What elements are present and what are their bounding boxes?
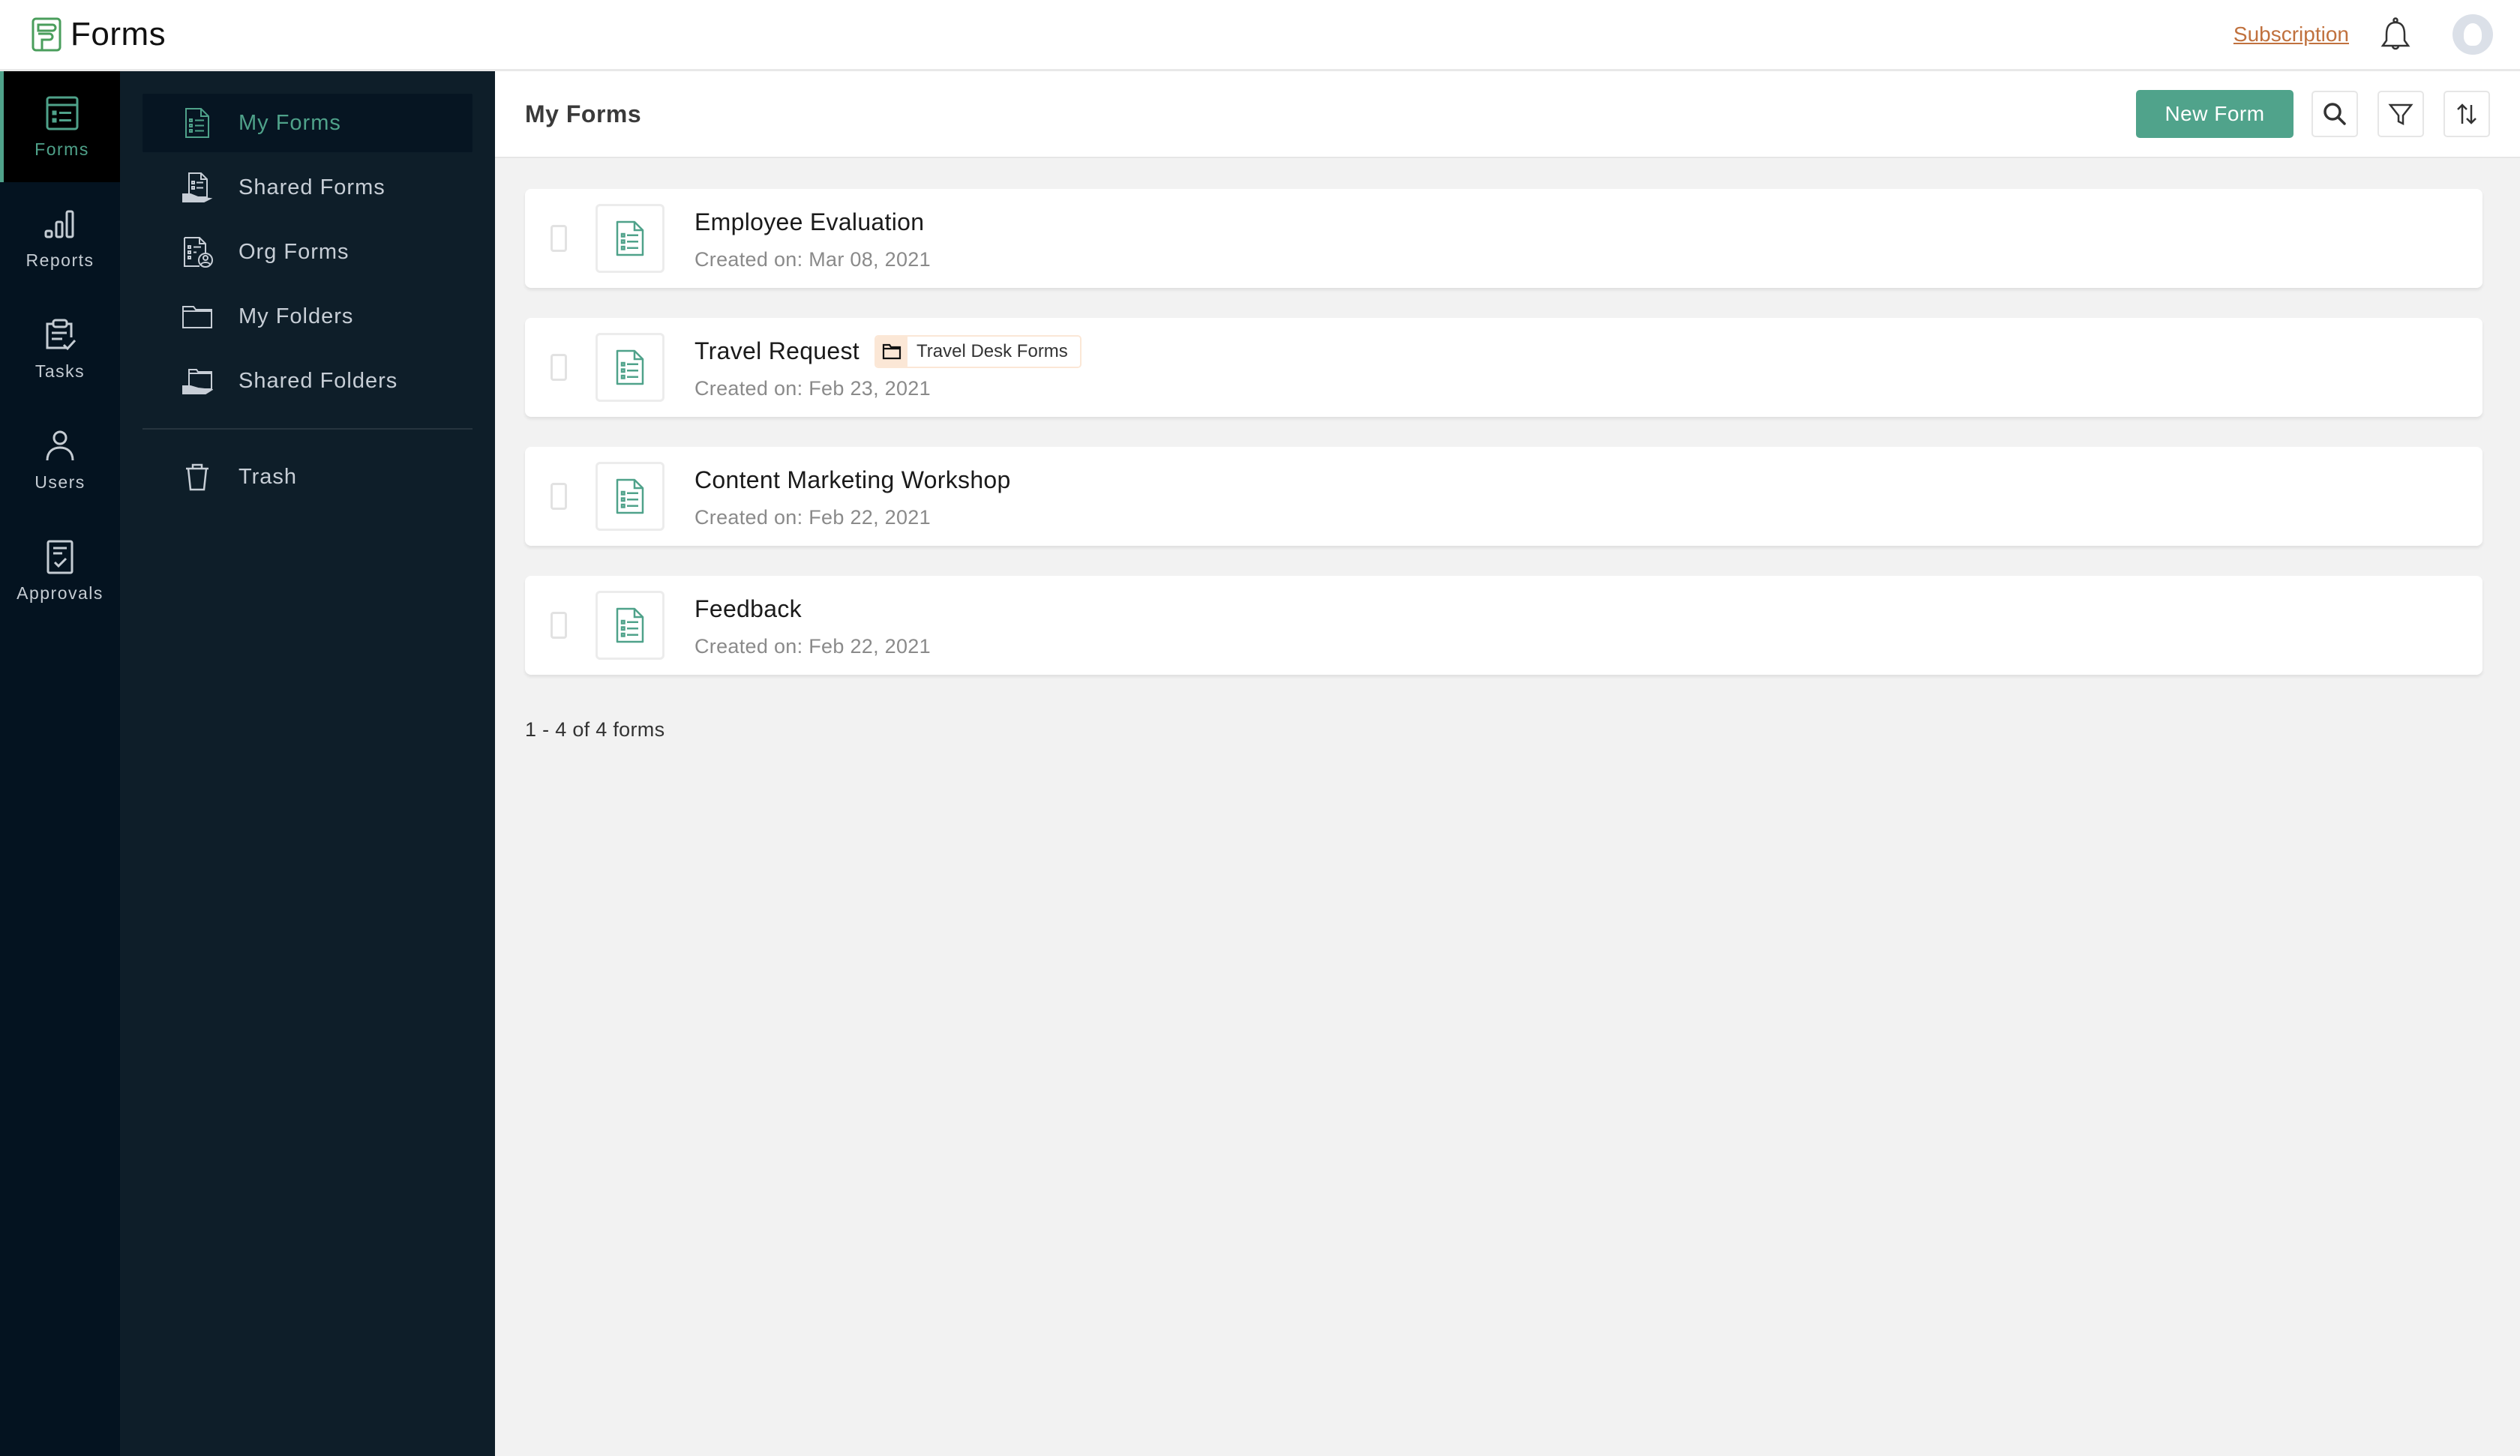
- shared-folder-icon: [182, 369, 213, 394]
- forms-icon: [46, 96, 78, 130]
- form-created-date: Created on: Mar 08, 2021: [694, 247, 931, 271]
- clipboard-check-icon: [46, 319, 76, 350]
- primary-nav-rail: Forms Reports Tasks Users Approvals: [0, 71, 120, 1456]
- rail-item-reports[interactable]: Reports: [0, 182, 120, 293]
- form-file-icon: [616, 349, 644, 385]
- secondary-sidebar: My Forms Shared Forms Org Forms My Folde…: [120, 71, 495, 1456]
- top-bar: Forms Subscription: [0, 0, 2520, 71]
- forms-logo-icon: [32, 17, 62, 52]
- form-thumbnail: [596, 204, 664, 273]
- form-file-icon: [616, 220, 644, 256]
- form-file-icon: [616, 607, 644, 643]
- subnav-label: Org Forms: [238, 239, 350, 264]
- form-list-item[interactable]: Feedback Created on: Feb 22, 2021: [525, 576, 2482, 675]
- user-icon: [46, 430, 74, 460]
- rail-label: Forms: [34, 139, 89, 159]
- rail-item-users[interactable]: Users: [0, 404, 120, 515]
- form-info: Content Marketing Workshop Created on: F…: [694, 464, 1011, 529]
- folder-tag[interactable]: Travel Desk Forms: [874, 334, 1082, 368]
- user-avatar[interactable]: [2452, 14, 2493, 55]
- subnav-label: My Forms: [238, 110, 341, 135]
- subnav-item-my-forms[interactable]: My Forms: [142, 94, 472, 152]
- subnav-item-org-forms[interactable]: Org Forms: [142, 223, 472, 281]
- form-list-item[interactable]: Content Marketing Workshop Created on: F…: [525, 447, 2482, 546]
- form-checkbox[interactable]: [550, 483, 567, 510]
- subnav-item-shared-forms[interactable]: Shared Forms: [142, 158, 472, 217]
- rail-label: Approvals: [16, 583, 104, 603]
- subscription-link[interactable]: Subscription: [2234, 22, 2349, 46]
- folder-icon: [882, 343, 902, 359]
- sort-icon: [2457, 103, 2476, 124]
- trash-icon: [186, 463, 208, 491]
- filter-button[interactable]: [2378, 91, 2424, 137]
- form-created-date: Created on: Feb 23, 2021: [694, 376, 931, 400]
- form-title[interactable]: Content Marketing Workshop: [694, 466, 1011, 494]
- form-title[interactable]: Feedback: [694, 595, 802, 623]
- form-thumbnail: [596, 462, 664, 531]
- subnav-item-trash[interactable]: Trash: [142, 448, 472, 506]
- form-info: Travel Request Travel Desk Forms Created…: [694, 334, 1082, 400]
- bell-icon[interactable]: [2379, 16, 2412, 52]
- form-list: Employee Evaluation Created on: Mar 08, …: [525, 189, 2482, 705]
- rail-label: Users: [34, 472, 86, 492]
- org-form-icon: [184, 237, 213, 268]
- header-actions: New Form: [2136, 90, 2490, 138]
- form-checkbox[interactable]: [550, 354, 567, 381]
- form-list-item[interactable]: Travel Request Travel Desk Forms Created…: [525, 318, 2482, 417]
- form-info: Employee Evaluation Created on: Mar 08, …: [694, 206, 931, 271]
- sort-button[interactable]: [2444, 91, 2490, 137]
- shared-form-icon: [182, 172, 213, 202]
- app-title: Forms: [70, 16, 166, 52]
- folder-tag-label: Travel Desk Forms: [908, 336, 1080, 367]
- rail-item-tasks[interactable]: Tasks: [0, 293, 120, 404]
- subnav-label: My Folders: [238, 304, 354, 328]
- form-checkbox[interactable]: [550, 225, 567, 252]
- form-document-icon: [185, 108, 209, 138]
- form-title[interactable]: Employee Evaluation: [694, 208, 924, 236]
- topbar-actions: Subscription: [2234, 14, 2493, 55]
- new-form-button[interactable]: New Form: [2136, 90, 2294, 138]
- subnav-label: Shared Folders: [238, 368, 398, 393]
- form-thumbnail: [596, 591, 664, 660]
- subnav-divider: [142, 428, 472, 430]
- subnav-label: Trash: [238, 464, 298, 489]
- subnav-label: Shared Forms: [238, 175, 386, 199]
- search-icon: [2324, 103, 2346, 125]
- form-file-icon: [616, 478, 644, 514]
- subnav-item-my-folders[interactable]: My Folders: [142, 287, 472, 346]
- rail-item-approvals[interactable]: Approvals: [0, 515, 120, 626]
- form-checkbox[interactable]: [550, 612, 567, 639]
- form-title[interactable]: Travel Request: [694, 337, 860, 365]
- bar-chart-icon: [44, 210, 74, 238]
- form-list-item[interactable]: Employee Evaluation Created on: Mar 08, …: [525, 189, 2482, 288]
- folder-icon: [182, 306, 212, 328]
- page-title: My Forms: [525, 100, 642, 127]
- form-info: Feedback Created on: Feb 22, 2021: [694, 593, 931, 658]
- rail-label: Tasks: [34, 361, 86, 381]
- brand[interactable]: Forms: [32, 16, 166, 53]
- form-thumbnail: [596, 333, 664, 402]
- filter-icon: [2388, 103, 2414, 126]
- main-header: My Forms New Form: [495, 71, 2520, 158]
- approval-icon: [46, 540, 74, 574]
- form-created-date: Created on: Feb 22, 2021: [694, 634, 931, 658]
- rail-item-forms[interactable]: Forms: [0, 71, 120, 182]
- rail-label: Reports: [26, 250, 94, 270]
- form-created-date: Created on: Feb 22, 2021: [694, 505, 931, 529]
- subnav-item-shared-folders[interactable]: Shared Folders: [142, 352, 472, 410]
- pagination-summary: 1 - 4 of 4 forms: [525, 718, 665, 741]
- search-button[interactable]: [2312, 91, 2358, 137]
